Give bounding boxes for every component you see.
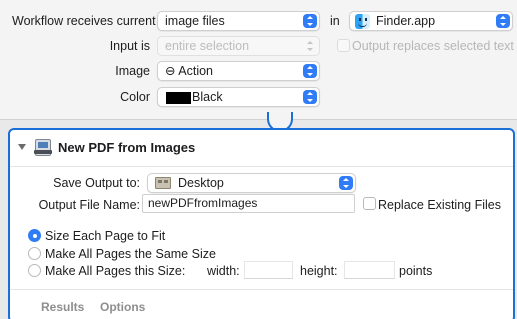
this-size-label: Make All Pages this Size: — [45, 264, 186, 278]
height-label: height: — [300, 264, 338, 278]
this-size-radio[interactable] — [28, 264, 41, 277]
points-label: points — [399, 264, 433, 278]
popup-stepper-icon — [303, 14, 317, 28]
action-header: New PDF from Images — [10, 130, 513, 167]
disclosure-triangle-icon[interactable] — [18, 144, 26, 150]
results-tab[interactable]: Results — [41, 300, 84, 314]
options-tab[interactable]: Options — [100, 300, 145, 314]
desktop-folder-icon — [155, 177, 171, 189]
popup-stepper-icon — [303, 90, 317, 104]
application-value: Finder.app — [376, 14, 436, 28]
input-is-label: Input is — [109, 39, 150, 53]
input-type-value: image files — [165, 14, 225, 28]
save-output-popup[interactable]: Desktop — [147, 173, 356, 193]
workflow-receives-label: Workflow receives current — [12, 14, 156, 28]
application-popup[interactable]: Finder.app — [349, 11, 513, 31]
output-replaces-checkbox — [337, 39, 350, 52]
action-card[interactable]: New PDF from Images Save Output to: Desk… — [8, 128, 515, 319]
input-type-popup[interactable]: image files — [157, 11, 320, 31]
image-label: Image — [115, 64, 150, 78]
color-popup[interactable]: Black — [157, 87, 320, 107]
popup-stepper-icon — [303, 39, 317, 53]
color-swatch — [166, 92, 191, 104]
popup-stepper-icon — [339, 176, 353, 190]
size-each-page-radio[interactable] — [28, 229, 41, 242]
output-file-label: Output File Name: — [38, 198, 140, 212]
popup-stepper-icon — [496, 14, 510, 28]
output-file-name-field[interactable]: newPDFfromImages — [142, 194, 355, 213]
color-label: Color — [120, 90, 150, 104]
replace-existing-checkbox[interactable] — [363, 197, 376, 210]
image-value: ⊖ Action — [165, 64, 213, 78]
size-each-page-label: Size Each Page to Fit — [45, 229, 166, 243]
save-output-label: Save Output to: — [53, 176, 140, 190]
color-value: Black — [192, 90, 223, 104]
popup-stepper-icon — [303, 64, 317, 78]
same-size-label: Make All Pages the Same Size — [45, 247, 216, 261]
workflow-settings-panel: Workflow receives current image files in… — [0, 0, 517, 120]
height-field[interactable] — [344, 261, 395, 279]
action-footer — [10, 289, 513, 319]
image-popup[interactable]: ⊖ Action — [157, 61, 320, 81]
save-output-value: Desktop — [178, 176, 224, 190]
finder-icon — [355, 14, 370, 29]
width-label: width: — [207, 264, 240, 278]
width-field[interactable] — [244, 261, 293, 279]
action-title: New PDF from Images — [58, 140, 196, 155]
output-replaces-label: Output replaces selected text — [352, 39, 514, 53]
replace-existing-label: Replace Existing Files — [378, 198, 501, 212]
same-size-radio[interactable] — [28, 247, 41, 260]
in-label: in — [330, 14, 340, 28]
input-is-value: entire selection — [165, 39, 250, 53]
input-is-popup: entire selection — [157, 36, 320, 56]
pdf-action-icon — [34, 139, 52, 156]
